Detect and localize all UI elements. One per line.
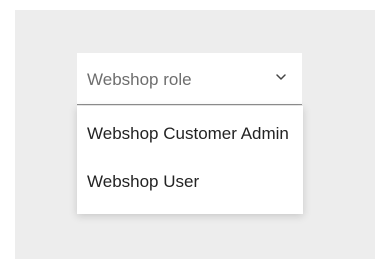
- webshop-role-select[interactable]: Webshop role: [77, 53, 302, 105]
- menu-item-webshop-customer-admin[interactable]: Webshop Customer Admin: [77, 110, 303, 158]
- dropdown-menu: Webshop Customer Admin Webshop User: [77, 106, 303, 214]
- menu-item-webshop-user[interactable]: Webshop User: [77, 158, 303, 206]
- select-label: Webshop role: [87, 70, 192, 89]
- chevron-down-icon: [275, 70, 287, 82]
